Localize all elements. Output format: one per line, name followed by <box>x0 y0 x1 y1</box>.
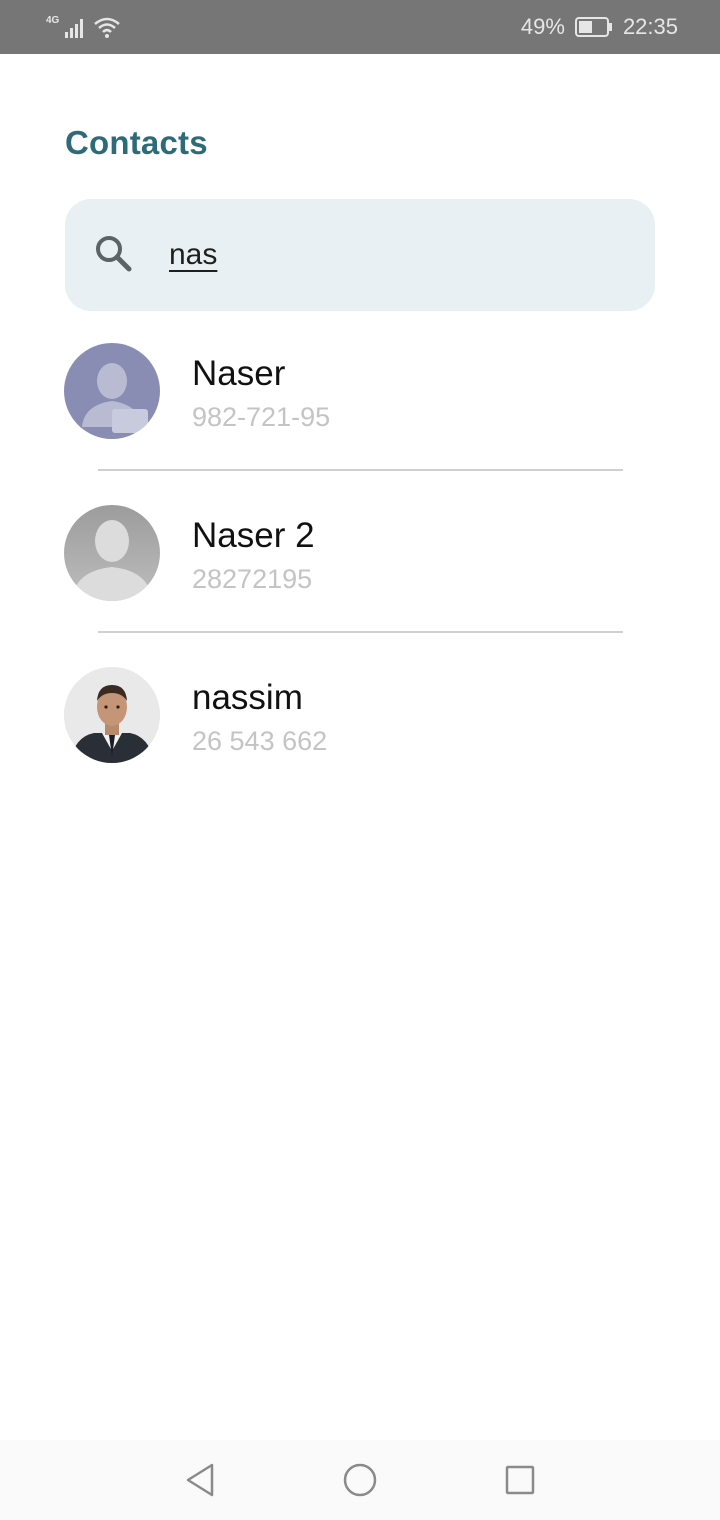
contact-phone: 982-721-95 <box>192 402 331 432</box>
battery-icon <box>574 17 612 37</box>
contact-row[interactable]: nassim 26 543 662 <box>0 648 720 810</box>
contact-list: Naser 982-721-95 Naser 2 28272195 nassim… <box>0 324 720 810</box>
clock: 22:35 <box>622 14 678 39</box>
navigation-bar <box>0 1440 720 1520</box>
contact-phone: 28272195 <box>192 564 313 594</box>
divider <box>98 469 623 471</box>
contact-name: Naser 2 <box>192 516 315 555</box>
default-avatar-icon <box>64 343 160 439</box>
contact-row[interactable]: Naser 982-721-95 <box>0 324 720 486</box>
divider <box>98 631 623 633</box>
battery-percent: 49% <box>520 14 565 39</box>
home-icon <box>343 1463 377 1497</box>
search-bar[interactable] <box>65 199 655 311</box>
contact-row[interactable]: Naser 2 28272195 <box>0 486 720 648</box>
contacts-screen: 4G 49% 22:35 Contacts nas Naser 982-721-… <box>0 0 720 1520</box>
status-left: 4G <box>46 14 121 40</box>
default-avatar-icon <box>64 505 160 601</box>
back-icon <box>186 1463 214 1497</box>
photo-avatar <box>64 667 160 763</box>
contact-name: Naser <box>192 354 286 393</box>
status-right: 49% 22:35 <box>521 12 678 42</box>
search-input[interactable] <box>169 233 609 277</box>
search-icon[interactable] <box>93 233 135 275</box>
wifi-icon <box>94 17 121 38</box>
home-button[interactable] <box>340 1460 380 1500</box>
recents-button[interactable] <box>500 1460 540 1500</box>
recents-icon <box>505 1465 535 1495</box>
signal-icon <box>65 19 84 38</box>
contact-name: nassim <box>192 678 303 717</box>
contact-phone: 26 543 662 <box>192 726 328 756</box>
back-button[interactable] <box>180 1460 220 1500</box>
status-bar: 4G 49% 22:35 <box>0 0 720 54</box>
network-type: 4G <box>46 14 60 26</box>
page-title: Contacts <box>65 124 208 161</box>
